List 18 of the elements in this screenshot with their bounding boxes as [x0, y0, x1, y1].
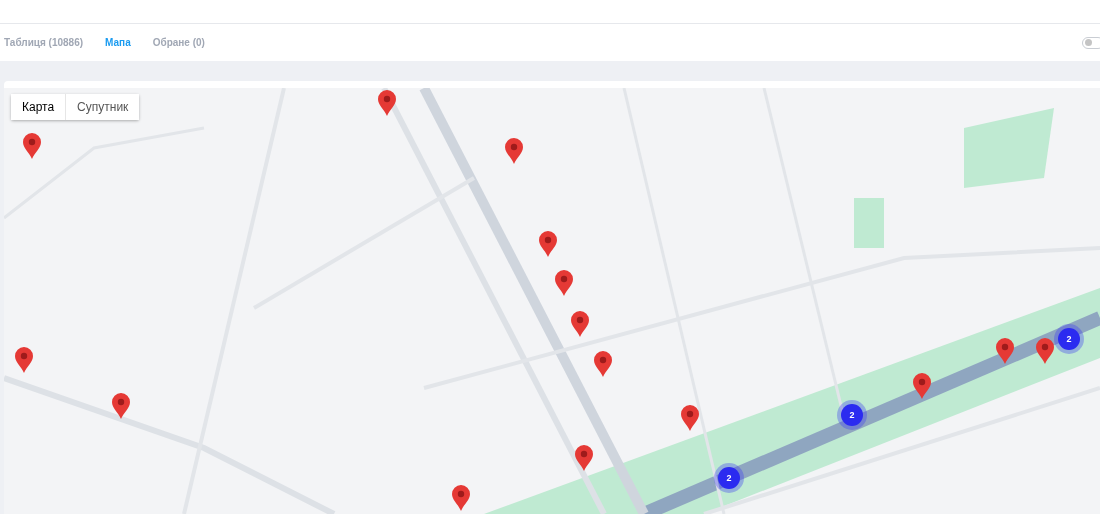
- map-pin-icon[interactable]: [451, 484, 471, 512]
- toggle-switch[interactable]: [1082, 36, 1100, 49]
- map-pin-icon[interactable]: [593, 350, 613, 378]
- map-pin-icon[interactable]: [574, 444, 594, 472]
- map-pin-icon[interactable]: [377, 89, 397, 117]
- map-pin-icon[interactable]: [22, 132, 42, 160]
- map-pin-icon[interactable]: [538, 230, 558, 258]
- map-pin-icon[interactable]: [912, 372, 932, 400]
- map-type-button[interactable]: Супутник: [65, 94, 140, 120]
- map-pin-icon[interactable]: [570, 310, 590, 338]
- map-pin-icon[interactable]: [111, 392, 131, 420]
- map-pin-icon[interactable]: [554, 269, 574, 297]
- map-pin-icon[interactable]: [995, 337, 1015, 365]
- map-pin-icon[interactable]: [680, 404, 700, 432]
- map-pin-icon[interactable]: [504, 137, 524, 165]
- map-pin-icon[interactable]: [14, 346, 34, 374]
- map-pin-icon[interactable]: [1035, 337, 1055, 365]
- map-type-button[interactable]: Карта: [11, 94, 66, 120]
